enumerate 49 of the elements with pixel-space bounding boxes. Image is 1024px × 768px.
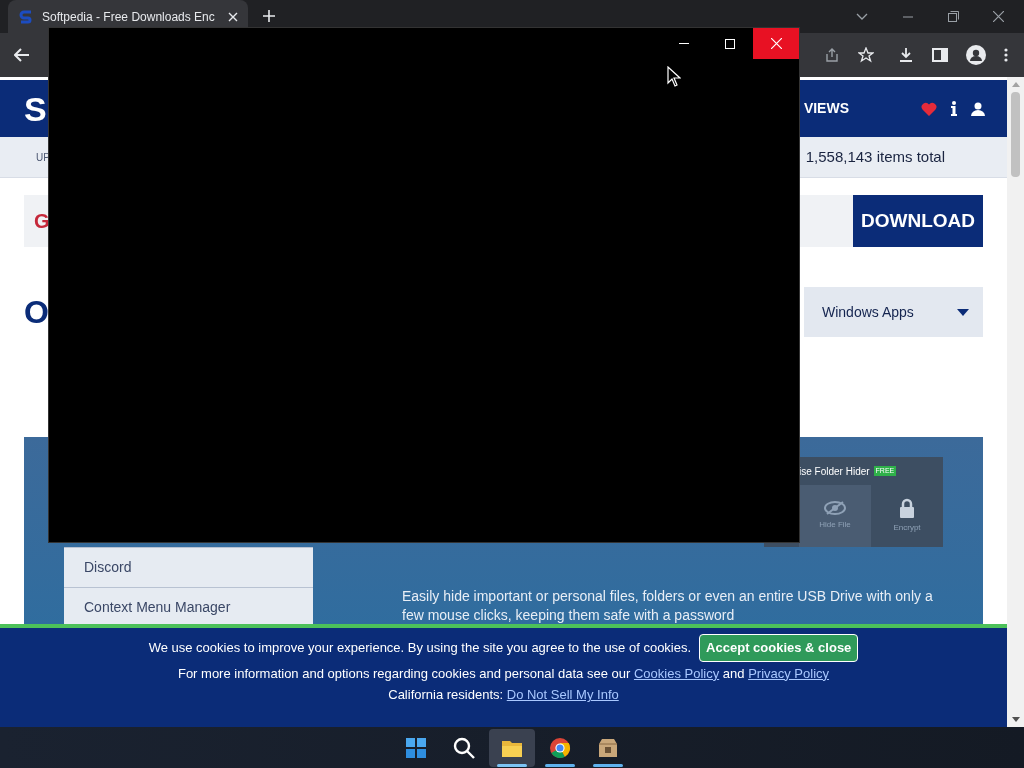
accept-cookies-button[interactable]: Accept cookies & close xyxy=(699,634,859,662)
site-icon xyxy=(18,8,34,25)
items-count: 1,558,143 items total xyxy=(805,146,945,167)
profile-icon[interactable] xyxy=(966,45,986,65)
logo[interactable]: S xyxy=(24,91,47,126)
download-icon[interactable] xyxy=(898,47,914,63)
minimize-icon[interactable] xyxy=(903,15,913,18)
nav-link[interactable]: VIEWS xyxy=(803,98,849,119)
scrollbar-thumb[interactable] xyxy=(1011,92,1020,177)
search-icon xyxy=(453,736,475,759)
minimize-icon xyxy=(679,43,689,44)
share-icon[interactable] xyxy=(824,47,840,63)
mouse-pointer-icon xyxy=(667,66,681,87)
user-icon[interactable] xyxy=(971,101,985,116)
policy-link[interactable]: Privacy Policy xyxy=(748,665,830,681)
package-icon xyxy=(597,736,619,759)
chevron-down-icon[interactable] xyxy=(856,12,868,21)
scroll-down-icon[interactable] xyxy=(1011,717,1020,722)
restore-icon[interactable] xyxy=(948,11,959,22)
policy-link[interactable]: Cookies Policy xyxy=(633,665,720,681)
heart-icon[interactable] xyxy=(921,101,937,116)
back-arrow-icon[interactable] xyxy=(14,48,30,62)
close-icon[interactable] xyxy=(993,11,1004,22)
lock-icon xyxy=(899,498,915,518)
app-title: ise Folder Hider xyxy=(799,464,870,479)
do-not-sell-link[interactable]: Do Not Sell My Info xyxy=(506,687,619,702)
eye-slash-icon xyxy=(824,501,846,515)
sidebar-item[interactable]: Context Menu Manager xyxy=(64,587,313,627)
taskbar-button[interactable] xyxy=(489,728,535,767)
caret-icon xyxy=(957,308,969,316)
page-heading: O xyxy=(24,296,49,328)
cookie-info-text: For more information and options regarding cookies and personal data see our Cookies Policy and Privacy Policy xyxy=(177,664,830,683)
info-icon[interactable] xyxy=(951,101,957,116)
cookie-message: We use cookies to improve your experience. By using the site you agree to the use of cookies. xyxy=(148,639,692,657)
chrome-icon xyxy=(549,736,571,759)
star-icon[interactable] xyxy=(858,47,874,63)
feature-description: Easily hide important or personal files, folders or even an entire USB Drive with only a few mouse clicks, keeping them safe with a password xyxy=(402,587,934,625)
california-notice: California residents: Do Not Sell My Info xyxy=(388,686,619,704)
sidebar-item[interactable]: Discord xyxy=(64,547,313,587)
menu-icon[interactable] xyxy=(1004,48,1008,62)
download-button[interactable]: DOWNLOAD xyxy=(853,195,983,247)
action-label: Encrypt xyxy=(893,522,921,534)
start-icon xyxy=(405,736,427,759)
side-panel-icon[interactable] xyxy=(932,48,948,62)
tab-title: Softpedia - Free Downloads Enc xyxy=(42,8,216,26)
platform-dropdown[interactable]: Windows Apps xyxy=(804,287,983,337)
new-tab-icon[interactable] xyxy=(262,9,276,23)
close-icon xyxy=(770,38,782,49)
maximize-icon xyxy=(725,38,735,49)
